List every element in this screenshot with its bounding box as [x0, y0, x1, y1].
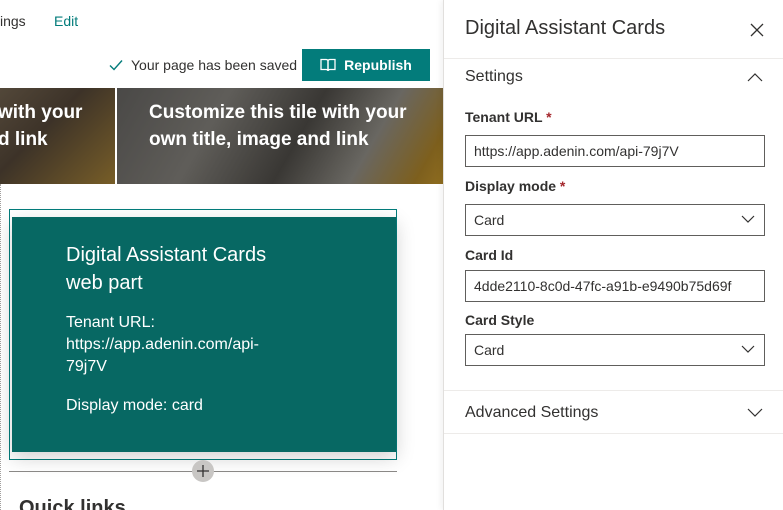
webpart-tenant-url: Tenant URL: https://app.adenin.com/api-7… — [66, 314, 260, 375]
add-webpart-button[interactable] — [192, 460, 214, 482]
settings-group-header[interactable]: Settings — [444, 59, 783, 95]
close-pane-button[interactable] — [747, 20, 767, 40]
webpart-display-mode: Display mode: card — [66, 397, 203, 414]
chevron-up-icon — [747, 73, 763, 82]
display-mode-label: Display mode * — [465, 178, 566, 194]
card-style-label: Card Style — [465, 312, 535, 328]
property-pane: Digital Assistant Cards Settings Tenant … — [443, 0, 783, 510]
card-style-value: Card — [474, 342, 505, 358]
hero-tile-text: with your d link — [0, 102, 83, 150]
plus-icon — [197, 465, 209, 477]
display-mode-dropdown[interactable]: Card — [465, 204, 765, 236]
settings-group-label: Settings — [465, 68, 523, 85]
display-mode-value: Card — [474, 212, 505, 228]
hero-tile[interactable]: Customize this tile with your own title,… — [117, 88, 444, 184]
tenant-url-input[interactable] — [465, 135, 765, 167]
tenant-url-label: Tenant URL * — [465, 109, 552, 125]
advanced-settings-label: Advanced Settings — [465, 404, 599, 421]
quick-links-heading: Quick links — [19, 497, 126, 510]
section-boundary — [0, 184, 1, 510]
card-style-dropdown[interactable]: Card — [465, 334, 765, 366]
app-root: ings Edit Your page has been saved Repub… — [0, 0, 783, 510]
checkmark-icon — [109, 60, 123, 71]
webpart-title: Digital Assistant Cards web part — [66, 244, 267, 294]
settings-tab[interactable]: ings — [0, 13, 26, 29]
chevron-down-icon — [741, 345, 755, 353]
edit-tab[interactable]: Edit — [54, 13, 78, 29]
card-id-input[interactable] — [465, 270, 765, 302]
digital-assistant-webpart[interactable]: Digital Assistant Cards web part Tenant … — [12, 217, 396, 452]
chevron-down-icon — [747, 408, 763, 417]
hero-tile[interactable]: with your d link — [0, 88, 115, 184]
save-status-text: Your page has been saved — [131, 57, 298, 73]
hero-tile-text: Customize this tile with your own title,… — [149, 102, 407, 150]
republish-button[interactable]: Republish — [302, 49, 430, 81]
book-icon — [320, 58, 336, 72]
card-id-label: Card Id — [465, 247, 514, 263]
chevron-down-icon — [741, 215, 755, 223]
republish-label: Republish — [344, 57, 412, 73]
close-icon — [750, 23, 764, 37]
page-canvas: ings Edit Your page has been saved Repub… — [0, 0, 444, 510]
save-status: Your page has been saved — [109, 57, 297, 73]
pane-title: Digital Assistant Cards — [465, 17, 666, 39]
advanced-settings-group-header[interactable]: Advanced Settings — [444, 395, 783, 431]
